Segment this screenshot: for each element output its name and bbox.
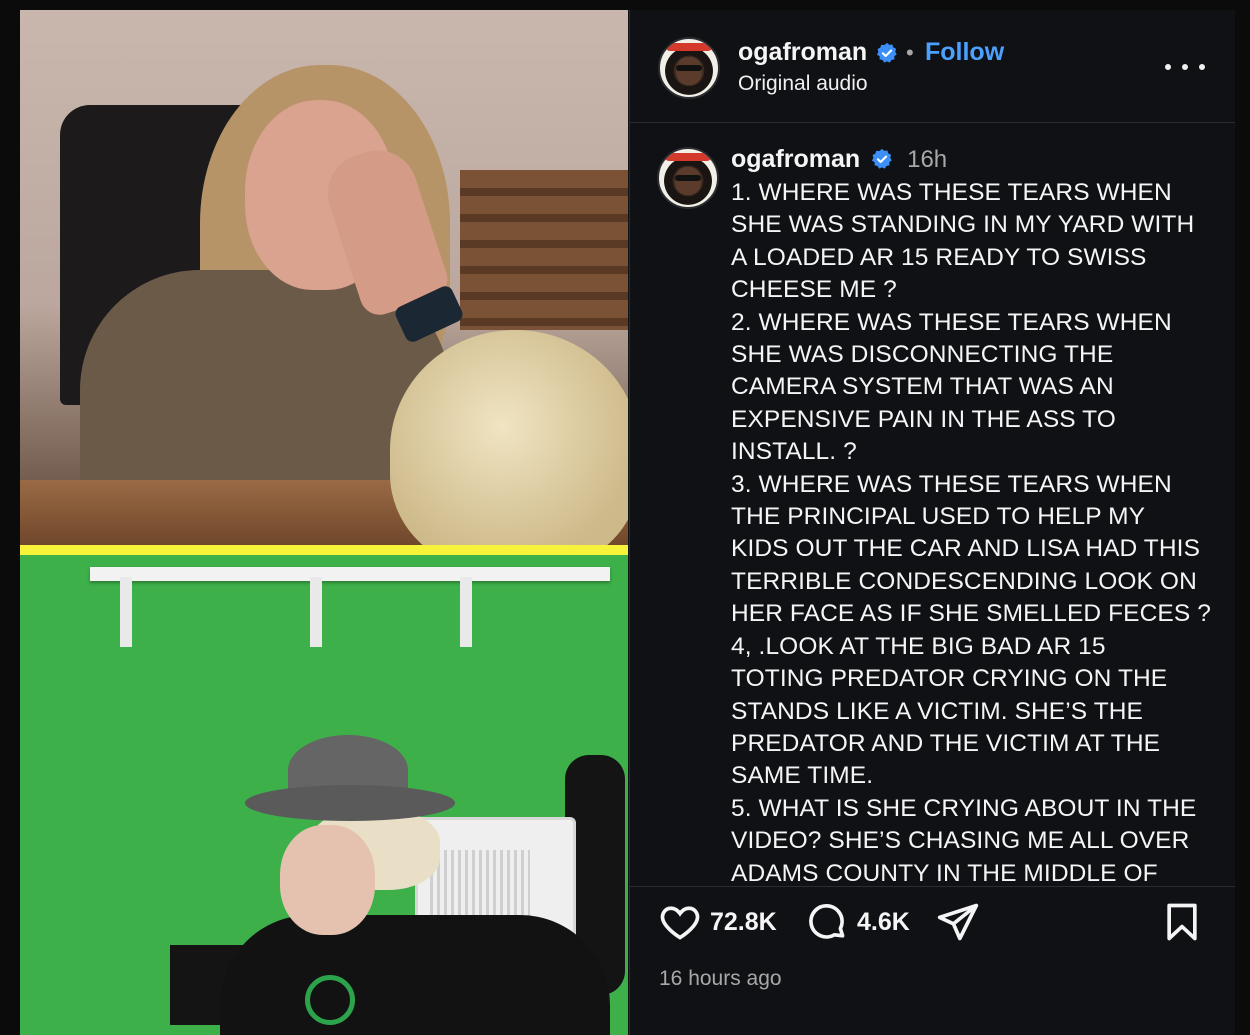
avatar-face [676,57,702,85]
comment-icon [809,903,845,939]
shelf-bracket [460,577,472,647]
caption-text: 1. WHERE WAS THESE TEARS WHEN SHE WAS ST… [731,179,1211,887]
share-icon [937,903,979,941]
wall-shelf [90,567,610,581]
comment-count: 4.6K [857,907,910,936]
amp-grill [430,850,530,920]
officer-hat-brim [245,785,455,821]
like-count: 72.8K [710,907,777,936]
video-bottom-officer-scene [20,555,628,1035]
verified-badge-icon [876,42,898,66]
action-bar: 72.8K 4.6K [630,900,1235,960]
post-time-ago: 16 hours ago [659,967,782,990]
separator-dot: • [906,40,914,65]
audio-label[interactable]: Original audio [738,72,868,96]
scissors [305,975,355,1025]
post-header: ogafroman • Follow Original audio [630,10,1235,123]
save-button[interactable] [1160,900,1204,944]
more-dot [1199,64,1205,70]
caption-timestamp: 16h [907,146,948,173]
share-button[interactable] [936,900,980,944]
heart-icon [660,906,700,940]
caption-header: ogafroman 16h [731,145,947,179]
officer-face [280,825,375,935]
author-avatar[interactable] [658,37,720,99]
officer-body [220,915,610,1035]
caption-username[interactable]: ogafroman [731,145,860,173]
shelf-bracket [120,577,132,647]
more-options-icon[interactable] [1165,52,1205,82]
author-username[interactable]: ogafroman [738,38,867,67]
like-button[interactable]: 72.8K [658,900,777,944]
wooden-stairs [460,170,628,330]
caption-author-avatar[interactable] [657,147,719,209]
verified-badge-icon [871,148,892,169]
avatar-glasses [675,175,701,181]
video-top-courtroom-scene [20,10,628,545]
shelf-bracket [310,577,322,647]
post-video[interactable] [20,10,628,1035]
avatar-band [666,43,712,51]
comment-button[interactable]: 4.6K [805,900,910,944]
avatar-glasses [676,65,702,71]
avatar-face [675,167,701,195]
caption-section: ogafroman 16h 1. WHERE WAS THESE TEARS W… [630,123,1235,887]
post-details-panel: ogafroman • Follow Original audio ogafro… [629,10,1235,1035]
more-dot [1182,64,1188,70]
bookmark-icon [1167,903,1197,941]
avatar-band [665,153,711,161]
more-dot [1165,64,1171,70]
media-divider [20,545,628,555]
follow-button[interactable]: Follow [925,38,1004,67]
